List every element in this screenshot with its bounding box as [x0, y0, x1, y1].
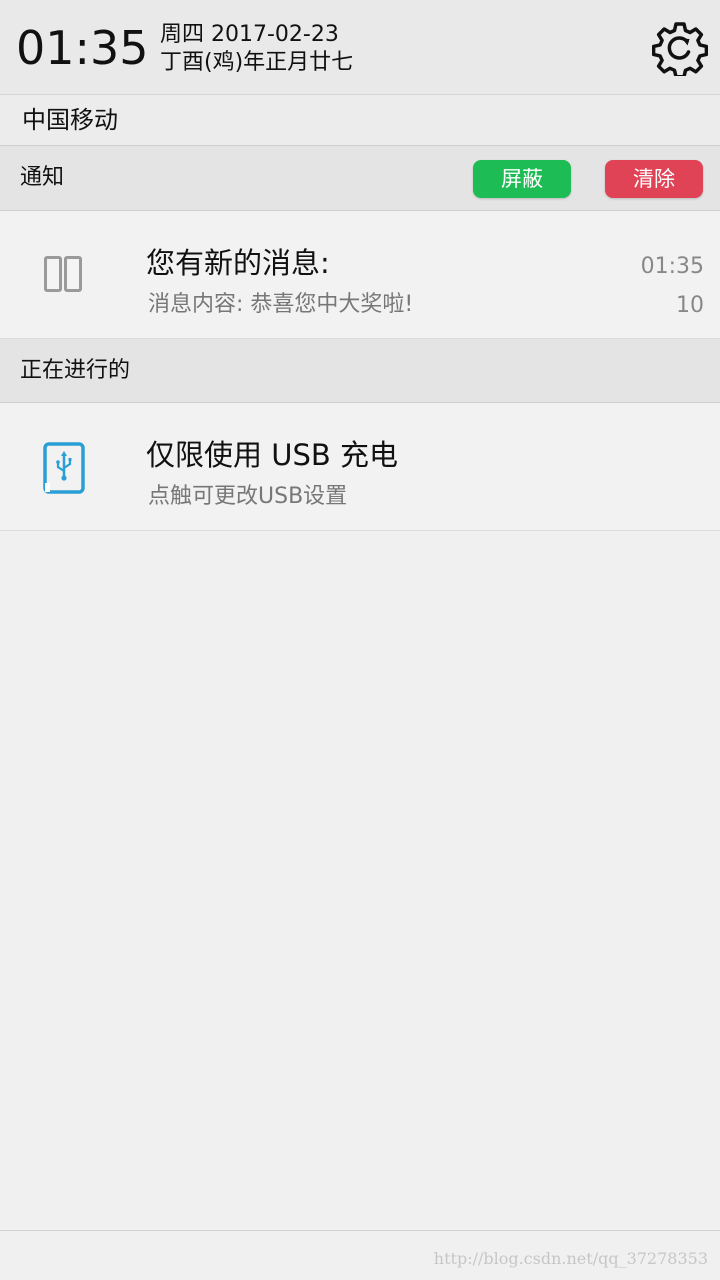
- message-content: 消息内容: 恭喜您中大奖啦!: [148, 292, 414, 317]
- message-title: 您有新的消息:: [146, 246, 330, 280]
- usb-notification[interactable]: 仅限使用 USB 充电 点触可更改USB设置: [0, 403, 720, 531]
- clear-button[interactable]: 清除: [605, 160, 703, 198]
- usb-title: 仅限使用 USB 充电: [146, 438, 398, 472]
- message-count: 10: [676, 293, 704, 318]
- message-time: 01:35: [640, 254, 704, 279]
- block-button[interactable]: 屏蔽: [473, 160, 571, 198]
- carrier-row: 中国移动: [0, 94, 720, 146]
- usb-icon: [40, 441, 88, 501]
- carrier-name: 中国移动: [22, 106, 118, 134]
- notifications-section-title: 通知: [20, 165, 65, 190]
- settings-gear-icon[interactable]: [651, 20, 709, 79]
- ongoing-section-title: 正在进行的: [20, 358, 131, 383]
- lunar-date-text: 丁酉(鸡)年正月廿七: [160, 50, 354, 75]
- ongoing-section-header: 正在进行的: [0, 339, 720, 403]
- usb-subtitle: 点触可更改USB设置: [148, 484, 348, 509]
- message-app-icon: [40, 253, 88, 301]
- date-text: 周四 2017-02-23: [160, 22, 339, 47]
- status-header: 01:35 周四 2017-02-23 丁酉(鸡)年正月廿七: [0, 0, 720, 94]
- message-notification[interactable]: 您有新的消息: 消息内容: 恭喜您中大奖啦! 01:35 10: [0, 211, 720, 339]
- watermark: http://blog.csdn.net/qq_37278353: [433, 1249, 708, 1268]
- bottom-divider: [0, 1230, 720, 1231]
- notification-shade: 01:35 周四 2017-02-23 丁酉(鸡)年正月廿七 中国移动 通知 屏…: [0, 0, 720, 1280]
- clock: 01:35: [16, 21, 149, 75]
- notifications-section-header: 通知 屏蔽 清除: [0, 146, 720, 211]
